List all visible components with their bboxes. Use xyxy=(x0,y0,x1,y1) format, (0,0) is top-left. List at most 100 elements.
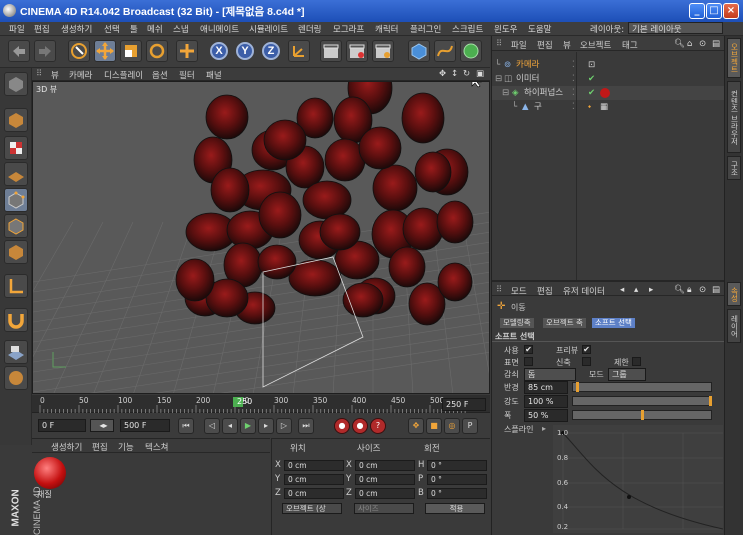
tab-soft-selection[interactable]: 소프트 선택 xyxy=(592,318,635,328)
key-scale-button[interactable]: ■ xyxy=(426,418,442,434)
menu-character[interactable]: 캐릭터 xyxy=(375,23,398,35)
z-axis-lock-icon[interactable]: Z xyxy=(262,42,280,60)
side-tab-structure[interactable]: 구조 xyxy=(727,156,741,180)
move-tool-button[interactable] xyxy=(94,40,116,62)
record-keys-button[interactable]: ● xyxy=(334,418,350,434)
objmgr-menu-object[interactable]: 오브젝트 xyxy=(580,39,611,51)
restrict-checkbox[interactable] xyxy=(632,357,641,366)
menu-edit[interactable]: 편집 xyxy=(34,23,50,35)
nurbs-button[interactable] xyxy=(460,40,482,62)
tab-modeling-axis[interactable]: 모델링축 xyxy=(500,318,534,328)
object-row-camera[interactable]: └ ⊚ 카메라 ⁚ ⊡ xyxy=(492,58,725,72)
polygons-mode-button[interactable] xyxy=(4,240,28,264)
timeline-ruler[interactable]: 050100150200250300350400450500 250 250 F xyxy=(32,395,490,413)
axis-mode-button[interactable] xyxy=(4,274,28,298)
viewport-menu-view[interactable]: 뷰 xyxy=(51,69,59,81)
menu-window[interactable]: 윈도우 xyxy=(494,23,517,35)
rubber-checkbox[interactable] xyxy=(582,357,591,366)
viewport-menu-camera[interactable]: 카메라 xyxy=(69,69,92,81)
play-button[interactable]: ▶ xyxy=(240,418,256,434)
width-slider-knob[interactable] xyxy=(641,410,644,420)
objmgr-menu-view[interactable]: 뷰 xyxy=(563,39,571,51)
snap-button[interactable] xyxy=(4,308,28,332)
attr-forward-arrow-icon[interactable]: ▸ xyxy=(649,285,653,295)
coord-rot-h-field[interactable]: 0 ° xyxy=(427,460,487,471)
viewport-menu-display[interactable]: 디스플레이 xyxy=(104,69,143,81)
coord-pos-y-field[interactable]: 0 cm xyxy=(284,474,344,485)
coord-size-x-field[interactable]: 0 cm xyxy=(355,460,415,471)
viewport-menu-options[interactable]: 옵션 xyxy=(152,69,168,81)
strength-slider[interactable] xyxy=(572,396,712,406)
mode-dropdown[interactable]: 그룹 xyxy=(608,368,646,381)
attr-menu-edit[interactable]: 편집 xyxy=(537,285,553,297)
camera-tag-icon[interactable]: ⊡ xyxy=(588,58,595,72)
side-tab-attributes[interactable]: 속성 xyxy=(727,282,741,306)
visibility-dots-icon[interactable]: ⁚ xyxy=(572,58,575,72)
use-checkbox[interactable]: ✔ xyxy=(524,345,533,354)
material-menu-create[interactable]: 생성하기 xyxy=(51,441,82,453)
attr-up-arrow-icon[interactable]: ▴ xyxy=(634,285,638,295)
attr-lock-icon[interactable]: 🔒︎ xyxy=(687,285,692,295)
y-axis-lock-icon[interactable]: Y xyxy=(236,42,254,60)
attr-layout-icon[interactable]: ▤ xyxy=(712,285,720,295)
object-name-sphere[interactable]: 구 xyxy=(534,100,542,114)
workplane-button[interactable] xyxy=(4,162,28,186)
material-menu-texture[interactable]: 텍스쳐 xyxy=(145,441,168,453)
menu-script[interactable]: 스크립트 xyxy=(452,23,483,35)
strength-slider-knob[interactable] xyxy=(709,396,712,406)
coord-size-y-field[interactable]: 0 cm xyxy=(355,474,415,485)
radius-field[interactable]: 85 cm xyxy=(524,381,568,394)
spline-pen-button[interactable] xyxy=(434,40,456,62)
objmgr-menu-edit[interactable]: 편집 xyxy=(537,39,553,51)
menu-plugins[interactable]: 플러그인 xyxy=(410,23,441,35)
next-key-button[interactable]: ▷ xyxy=(276,418,292,434)
cube-primitive-button[interactable] xyxy=(408,40,430,62)
close-button[interactable]: × xyxy=(723,3,739,19)
width-field[interactable]: 50 % xyxy=(524,409,568,422)
menu-create[interactable]: 생성하기 xyxy=(61,23,92,35)
attr-back-arrow-icon[interactable]: ◂ xyxy=(620,285,624,295)
object-row-hypernurbs[interactable]: ⊟ ◈ 하이퍼넙스 ⁚ ✔ xyxy=(492,86,725,100)
coord-pos-z-field[interactable]: 0 cm xyxy=(284,488,344,499)
visibility-dots-icon[interactable]: ⁚ xyxy=(572,100,575,114)
layout-dropdown[interactable]: 기본 레이아웃 xyxy=(628,22,723,35)
objmgr-home-icon[interactable]: ⌂ xyxy=(687,39,692,49)
viewport-menu-filter[interactable]: 필터 xyxy=(179,69,195,81)
go-to-start-button[interactable]: ⏮ xyxy=(178,418,194,434)
objmgr-menu-tags[interactable]: 태그 xyxy=(622,39,638,51)
visibility-dots-icon[interactable]: ⁚ xyxy=(572,72,575,86)
coord-rot-p-field[interactable]: 0 ° xyxy=(427,474,487,485)
points-mode-button[interactable] xyxy=(4,188,28,212)
attr-menu-user-data[interactable]: 유저 데이터 xyxy=(563,285,605,297)
menu-select[interactable]: 선택 xyxy=(104,23,120,35)
coord-pos-x-field[interactable]: 0 cm xyxy=(284,460,344,471)
side-tab-content-browser[interactable]: 컨텐츠 브라우저 xyxy=(727,81,741,153)
preview-checkbox[interactable]: ✔ xyxy=(582,345,591,354)
viewport-maximize-icon[interactable]: ▣ xyxy=(476,69,484,79)
objmgr-filter-icon[interactable]: ⊙ xyxy=(699,39,706,49)
objmgr-layout-icon[interactable]: ▤ xyxy=(712,39,720,49)
falloff-spline-graph[interactable]: 1.0 0.8 0.6 0.4 0.2 xyxy=(553,425,724,533)
object-name-emitter[interactable]: 이미터 xyxy=(516,72,539,86)
attr-search-icon[interactable]: 🔍︎ xyxy=(674,285,685,295)
maximize-button[interactable]: □ xyxy=(706,3,722,19)
side-tab-objects[interactable]: 오브젝트 xyxy=(727,38,741,78)
x-axis-lock-icon[interactable]: X xyxy=(210,42,228,60)
enabled-check-icon[interactable]: ✔ xyxy=(588,86,595,100)
material-menu-edit[interactable]: 편집 xyxy=(92,441,108,453)
key-parameter-button[interactable]: P xyxy=(462,418,478,434)
edges-mode-button[interactable] xyxy=(4,214,28,238)
3d-viewport[interactable]: 3D 뷰 xyxy=(32,81,490,394)
viewport-menu-panel[interactable]: 패널 xyxy=(206,69,222,81)
object-name-hypernurbs[interactable]: 하이퍼넙스 xyxy=(524,86,563,100)
render-settings-button[interactable] xyxy=(372,40,394,62)
tab-object-axis[interactable]: 오브젝트 축 xyxy=(543,318,586,328)
viewport-move-icon[interactable]: ✥ xyxy=(439,69,446,79)
radius-slider[interactable] xyxy=(572,382,712,392)
menu-help[interactable]: 도움말 xyxy=(528,23,551,35)
enabled-check-icon[interactable]: ✔ xyxy=(588,72,595,86)
menu-snap[interactable]: 스냅 xyxy=(173,23,189,35)
planar-workplane-button[interactable] xyxy=(4,366,28,390)
live-select-button[interactable] xyxy=(68,40,90,62)
render-picture-viewer-button[interactable] xyxy=(346,40,368,62)
